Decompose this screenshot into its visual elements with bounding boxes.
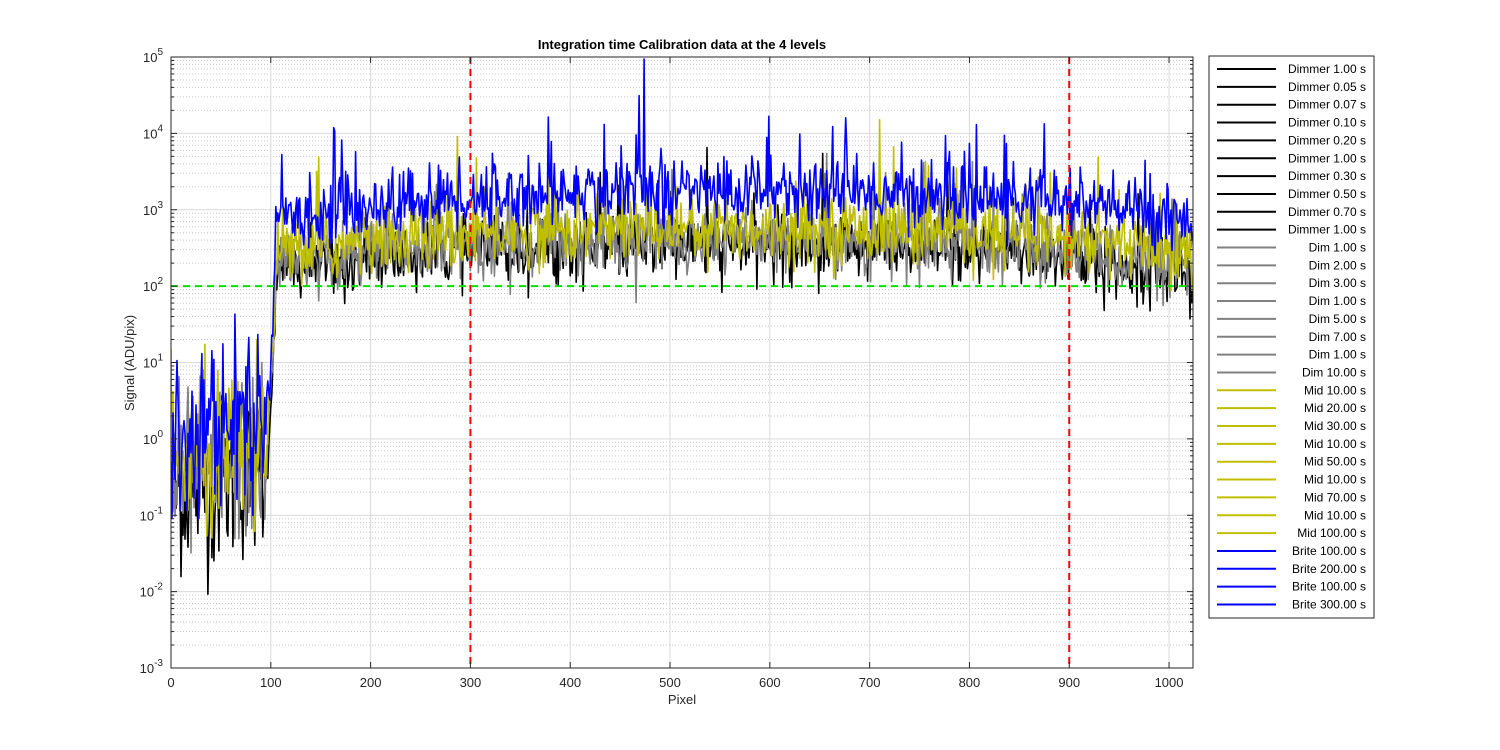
legend-label: Dim 1.00 s [1309,294,1366,308]
legend-label: Dim 7.00 s [1309,330,1366,344]
legend-label: Dimmer 0.20 s [1288,133,1366,147]
legend-label: Mid 30.00 s [1304,419,1366,433]
legend-label: Mid 10.00 s [1304,383,1366,397]
x-tick-label: 100 [260,675,282,690]
y-tick-label: 103 [143,200,163,218]
legend-label: Mid 70.00 s [1304,490,1366,504]
x-tick-label: 500 [659,675,681,690]
legend-label: Dimmer 0.70 s [1288,205,1366,219]
legend-label: Dim 1.00 s [1309,348,1366,362]
x-tick-label: 800 [959,675,981,690]
legend-label: Mid 10.00 s [1304,437,1366,451]
legend-label: Dimmer 0.10 s [1288,116,1366,130]
legend-label: Dim 10.00 s [1302,365,1366,379]
x-axis-label: Pixel [668,692,696,707]
y-tick-label: 100 [143,429,163,447]
legend-label: Dimmer 1.00 s [1288,151,1366,165]
legend-label: Dim 5.00 s [1309,312,1366,326]
legend-label: Mid 100.00 s [1297,526,1366,540]
legend-label: Mid 50.00 s [1304,455,1366,469]
y-tick-label: 10-2 [140,582,164,600]
legend-label: Brite 100.00 s [1292,544,1366,558]
legend-label: Brite 200.00 s [1292,562,1366,576]
legend-label: Dimmer 0.05 s [1288,80,1366,94]
legend-label: Brite 300.00 s [1292,598,1366,612]
x-tick-label: 200 [360,675,382,690]
calibration-chart: Integration time Calibration data at the… [122,37,1375,707]
legend-label: Dimmer 0.07 s [1288,98,1366,112]
legend-label: Dimmer 1.00 s [1288,223,1366,237]
legend-label: Dimmer 0.30 s [1288,169,1366,183]
legend-label: Dimmer 1.00 s [1288,62,1366,76]
legend-label: Brite 100.00 s [1292,580,1366,594]
legend-label: Dim 1.00 s [1309,241,1366,255]
y-tick-label: 10-1 [140,505,164,523]
y-axis-label: Signal (ADU/pix) [122,315,137,411]
x-tick-label: 0 [167,675,174,690]
legend-label: Dim 3.00 s [1309,276,1366,290]
x-tick-label: 300 [460,675,482,690]
y-tick-label: 102 [143,276,163,294]
legend-label: Dim 2.00 s [1309,258,1366,272]
y-tick-label: 101 [143,353,163,371]
x-tick-label: 700 [859,675,881,690]
legend-label: Mid 10.00 s [1304,508,1366,522]
legend-label: Mid 20.00 s [1304,401,1366,415]
x-tick-label: 1000 [1155,675,1184,690]
x-tick-label: 600 [759,675,781,690]
x-tick-label: 400 [559,675,581,690]
y-tick-label: 105 [143,47,163,65]
y-tick-label: 104 [143,123,163,141]
legend-label: Mid 10.00 s [1304,473,1366,487]
y-tick-label: 10-3 [140,658,164,676]
legend: Dimmer 1.00 s Dimmer 0.05 s Dimmer 0.07 s D… [1208,55,1375,619]
chart-title: Integration time Calibration data at the… [538,37,826,52]
x-tick-label: 900 [1058,675,1080,690]
legend-label: Dimmer 0.50 s [1288,187,1366,201]
